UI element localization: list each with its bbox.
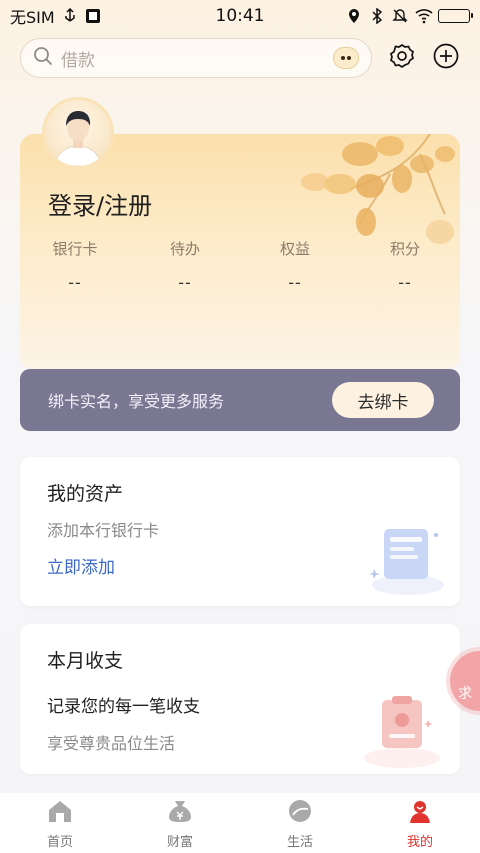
profile-card: 登录/注册 银行卡 -- 待办 -- 权益 -- 积分 -- (20, 134, 460, 370)
battery-icon (438, 9, 473, 23)
profile-icon (407, 799, 433, 827)
bluetooth-icon (369, 7, 385, 25)
alarm-off-icon (392, 8, 408, 24)
status-time: 10:41 (215, 6, 265, 26)
mascot-icon[interactable] (333, 47, 360, 69)
avatar[interactable] (42, 97, 114, 169)
header: 借款 (20, 38, 460, 78)
stat-bank-card[interactable]: 银行卡 -- (20, 238, 130, 292)
my-assets-card[interactable]: 我的资产 添加本行银行卡 立即添加 (20, 457, 460, 606)
stat-todo[interactable]: 待办 -- (130, 238, 240, 292)
stat-points[interactable]: 积分 -- (350, 238, 460, 292)
stat-value: -- (68, 273, 82, 292)
settings-button[interactable] (388, 43, 416, 73)
search-icon (33, 46, 53, 70)
tab-label: 我的 (406, 835, 433, 850)
search-placeholder: 借款 (61, 50, 95, 71)
tab-label: 首页 (46, 835, 73, 850)
monthly-budget-card[interactable]: 本月收支 记录您的每一笔收支 享受尊贵品位生活 (20, 624, 460, 774)
add-card-link[interactable]: 立即添加 (47, 553, 115, 578)
profile-stats: 银行卡 -- 待办 -- 权益 -- 积分 -- (20, 238, 460, 292)
life-icon (287, 799, 313, 827)
tab-label: 财富 (166, 835, 193, 850)
tab-home[interactable]: 首页 (0, 793, 120, 853)
ledger-illustration-icon (364, 696, 440, 768)
tab-profile[interactable]: 我的 (360, 793, 480, 853)
add-icon (433, 43, 459, 73)
tab-wealth[interactable]: 财富 (120, 793, 240, 853)
tab-label: 生活 (286, 835, 313, 850)
login-register-link[interactable]: 登录/注册 (48, 186, 152, 221)
stat-label: 权益 (279, 240, 310, 258)
bind-card-button[interactable]: 去绑卡 (332, 382, 434, 418)
search-bar[interactable]: 借款 (20, 38, 373, 78)
bank-card-illustration-icon (369, 529, 444, 595)
stat-label: 银行卡 (52, 240, 98, 258)
add-button[interactable] (432, 43, 460, 73)
stat-value: -- (398, 273, 412, 292)
bind-card-text: 绑卡实名，享受更多服务 (48, 392, 225, 411)
assets-title: 我的资产 (47, 483, 124, 505)
budget-line1: 记录您的每一笔收支 (47, 697, 200, 717)
status-bar: 无SIM 10:41 (0, 0, 480, 32)
wifi-icon (415, 8, 433, 24)
budget-title: 本月收支 (47, 650, 124, 672)
wealth-icon (167, 799, 193, 827)
location-icon (346, 8, 362, 24)
tab-life[interactable]: 生活 (240, 793, 360, 853)
assets-subtitle: 添加本行银行卡 (47, 521, 160, 540)
budget-line2: 享受尊贵品位生活 (47, 734, 176, 753)
stat-benefits[interactable]: 权益 -- (240, 238, 350, 292)
side-help-text: 求 (458, 686, 472, 702)
bottom-tab-bar: 首页 财富 生活 我的 (0, 793, 480, 853)
stat-label: 待办 (169, 240, 200, 258)
home-icon (47, 799, 73, 827)
settings-icon (389, 43, 415, 73)
bind-card-banner: 绑卡实名，享受更多服务 去绑卡 (20, 369, 460, 431)
stat-value: -- (178, 273, 192, 292)
stat-value: -- (288, 273, 302, 292)
stat-label: 积分 (389, 240, 420, 258)
